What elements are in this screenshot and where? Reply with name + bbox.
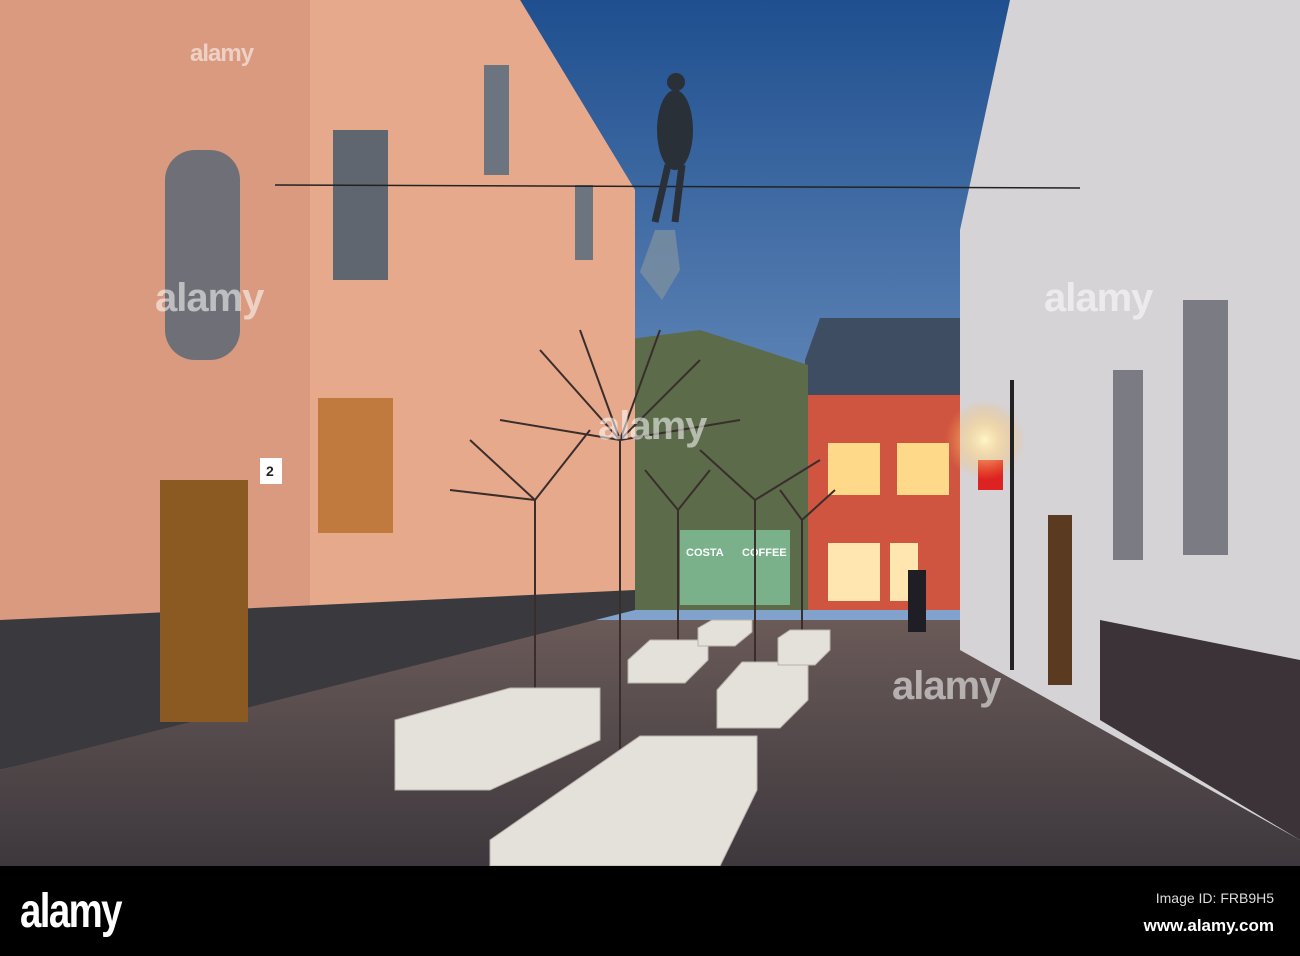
shop-window <box>828 543 880 601</box>
costa-sign: COSTA <box>686 547 724 559</box>
image-id: Image ID: FRB9H5 <box>1155 890 1274 906</box>
house-number: 2 <box>266 463 274 479</box>
watermark: alamy <box>1044 276 1153 320</box>
alamy-logo: alamy <box>20 885 122 938</box>
street-lamp-pole <box>1010 380 1014 670</box>
window <box>1113 370 1143 560</box>
wooden-door <box>160 480 248 722</box>
pedestrian-silhouette <box>908 570 926 632</box>
window <box>1183 300 1228 555</box>
stock-photo: COSTA COFFEE 2 alamy alamy alamy alamy a… <box>0 0 1300 956</box>
costa-storefront <box>680 530 790 605</box>
watermark: alamy <box>155 276 264 320</box>
watermark: alamy <box>598 404 707 448</box>
window <box>897 443 949 495</box>
watermark: alamy <box>190 40 254 67</box>
site-url: www.alamy.com <box>1143 916 1274 935</box>
window <box>484 65 509 175</box>
window <box>333 130 388 280</box>
window-lit <box>318 398 393 533</box>
door <box>1048 515 1072 685</box>
watermark: alamy <box>892 664 1001 708</box>
coffee-sign: COFFEE <box>742 547 787 559</box>
window <box>575 185 593 260</box>
footer-bar: alamy Image ID: FRB9H5 www.alamy.com <box>0 866 1300 956</box>
window <box>828 443 880 495</box>
arched-window <box>165 150 240 360</box>
